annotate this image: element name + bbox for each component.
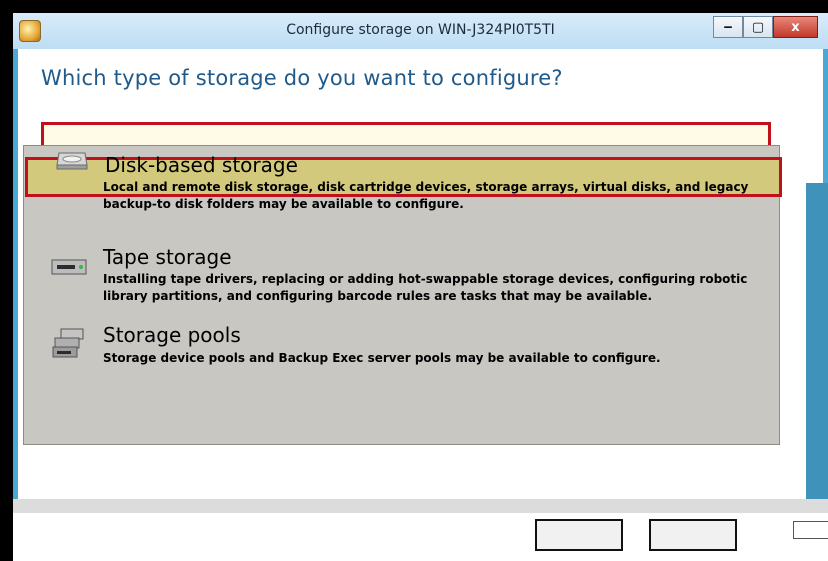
option-title: Storage pools xyxy=(103,323,241,347)
window-title: Configure storage on WIN-J324PI0T5TI xyxy=(286,22,555,38)
option-description-line: Local and remote disk storage, disk cart… xyxy=(103,180,749,194)
tape-drive-icon xyxy=(51,259,87,275)
window-edge xyxy=(806,183,828,513)
option-description: Storage device pools and Backup Exec ser… xyxy=(103,350,773,367)
maximize-button[interactable]: ▢ xyxy=(743,16,773,38)
option-description-line: library partitions, and configuring barc… xyxy=(103,289,653,303)
next-button[interactable] xyxy=(535,519,623,551)
option-description-line: Installing tape drivers, replacing or ad… xyxy=(103,272,748,286)
cancel-button[interactable] xyxy=(649,519,737,551)
option-description-line: backup-to disk folders may be available … xyxy=(103,197,464,211)
close-button[interactable]: x xyxy=(773,16,818,38)
disk-drive-icon xyxy=(56,152,88,170)
storage-pool-icon xyxy=(52,328,84,358)
maximize-icon: ▢ xyxy=(751,19,765,35)
minimize-icon: ‒ xyxy=(723,19,733,35)
close-icon: x xyxy=(791,19,800,35)
configure-storage-window: Configure storage on WIN-J324PI0T5TI ‒ ▢… xyxy=(13,13,828,561)
minimize-button[interactable]: ‒ xyxy=(713,16,743,38)
option-description: Installing tape drivers, replacing or ad… xyxy=(103,271,773,305)
page-heading: Which type of storage do you want to con… xyxy=(41,66,563,90)
title-bar[interactable]: Configure storage on WIN-J324PI0T5TI ‒ ▢… xyxy=(13,13,828,49)
option-description: Local and remote disk storage, disk cart… xyxy=(103,179,773,213)
option-title: Tape storage xyxy=(103,245,232,269)
corner-button[interactable] xyxy=(793,521,828,539)
option-description-line: Storage device pools and Backup Exec ser… xyxy=(103,351,661,365)
option-title: Disk-based storage xyxy=(105,153,298,177)
